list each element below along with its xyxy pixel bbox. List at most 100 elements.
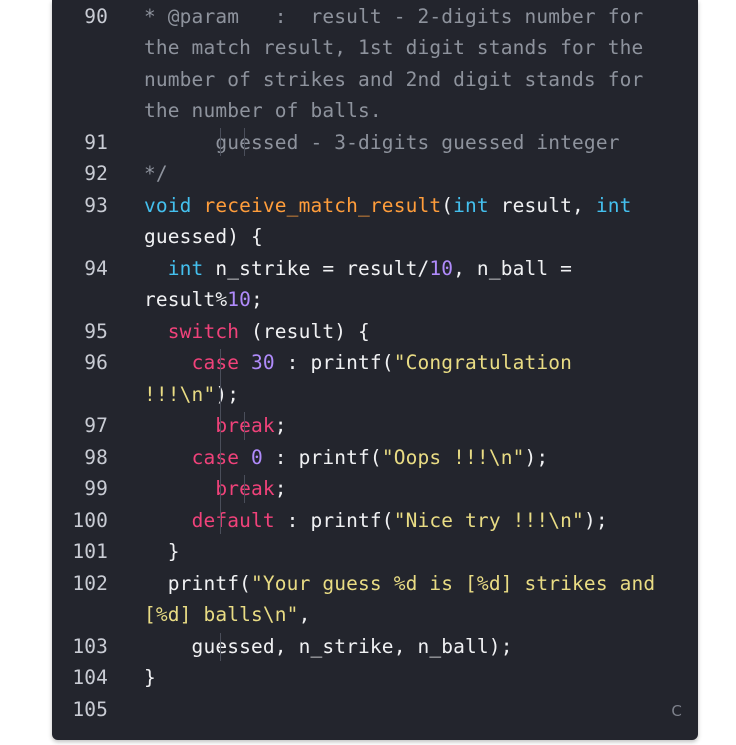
code-token: 10 bbox=[429, 256, 454, 280]
code-token: break bbox=[215, 477, 275, 500]
code-token: switch bbox=[167, 319, 240, 343]
code-line: 104} bbox=[52, 662, 698, 694]
code-text: default : printf("Nice try !!!\n"); bbox=[144, 505, 608, 537]
code-text: int n_strike = result/10, n_ball = bbox=[144, 253, 572, 285]
code-line: 95 switch (result) { bbox=[52, 316, 698, 348]
code-line: [%d] balls\n", bbox=[52, 599, 698, 631]
indent-guide bbox=[244, 128, 245, 156]
code-token: } bbox=[144, 540, 180, 563]
code-token: guessed - 3-digits guessed integer bbox=[144, 130, 620, 154]
code-text: printf("Your guess %d is [%d] strikes an… bbox=[144, 568, 655, 600]
code-line: the match result, 1st digit stands for t… bbox=[52, 32, 698, 64]
code-token: void bbox=[144, 193, 192, 217]
indent-guide bbox=[220, 128, 221, 156]
code-token: n_strike = result/ bbox=[203, 256, 430, 280]
code-token: ); bbox=[215, 382, 240, 406]
code-token: ); bbox=[583, 508, 608, 532]
code-text: break; bbox=[144, 410, 287, 442]
code-line: guessed) { bbox=[52, 221, 698, 253]
code-token: : printf( bbox=[262, 445, 382, 469]
code-token: : printf( bbox=[274, 508, 394, 532]
line-number: 100 bbox=[72, 508, 108, 532]
code-token: result% bbox=[144, 288, 228, 311]
code-text: break; bbox=[144, 473, 287, 505]
code-token: 0 bbox=[251, 445, 263, 469]
code-line: number of strikes and 2nd digit stands f… bbox=[52, 64, 698, 96]
code-line: 90 * @param : result - 2-digits number fo… bbox=[52, 1, 698, 33]
line-number: 105 bbox=[72, 697, 108, 721]
code-token: the number of balls. bbox=[144, 99, 382, 122]
code-text: [%d] balls\n", bbox=[144, 599, 310, 631]
code-text: the number of balls. bbox=[144, 95, 382, 127]
code-text: case 30 : printf("Congratulation bbox=[144, 347, 572, 379]
code-line: 94 int n_strike = result/10, n_ball = bbox=[52, 253, 698, 285]
line-number: 98 bbox=[84, 445, 108, 469]
code-token: ( bbox=[441, 193, 454, 217]
line-number: 94 bbox=[84, 256, 108, 280]
line-number: 91 bbox=[84, 130, 108, 154]
code-text: case 0 : printf("Oops !!!\n"); bbox=[144, 442, 549, 474]
code-line: 105 bbox=[52, 694, 698, 726]
code-token: ); bbox=[524, 445, 549, 469]
code-text: guessed, n_strike, n_ball); bbox=[144, 631, 513, 663]
code-line: 98 case 0 : printf("Oops !!!\n"); bbox=[52, 442, 698, 474]
code-text: */ bbox=[144, 158, 168, 190]
code-line: 101 } bbox=[52, 536, 698, 568]
page: 90 * @param : result - 2-digits number fo… bbox=[0, 0, 736, 745]
code-editor[interactable]: 90 * @param : result - 2-digits number fo… bbox=[52, 0, 698, 740]
code-token: * @param : result - 2-digits number for bbox=[144, 4, 644, 28]
code-line: 100 default : printf("Nice try !!!\n"); bbox=[52, 505, 698, 537]
code-line: 102 printf("Your guess %d is [%d] strike… bbox=[52, 568, 698, 600]
code-token: "Congratulation bbox=[393, 351, 573, 374]
code-token: (result) { bbox=[239, 319, 370, 343]
code-token: , n_ball = bbox=[453, 256, 573, 280]
code-token: , bbox=[298, 603, 311, 626]
code-text: result%10; bbox=[144, 284, 263, 316]
code-token: int bbox=[595, 193, 632, 217]
code-line: the number of balls. bbox=[52, 95, 698, 127]
line-number: 92 bbox=[84, 162, 108, 185]
code-token: } bbox=[144, 666, 156, 689]
code-token: 10 bbox=[227, 288, 252, 311]
line-number: 104 bbox=[72, 666, 108, 689]
code-token: int bbox=[453, 193, 489, 217]
code-token: int bbox=[167, 256, 204, 280]
indent-guide bbox=[244, 475, 245, 503]
code-text: !!!\n"); bbox=[144, 379, 239, 411]
language-badge: C bbox=[671, 702, 682, 720]
code-token: */ bbox=[144, 162, 168, 185]
code-token: "Nice try !!!\n" bbox=[393, 508, 584, 532]
code-token: the match result, 1st digit stands for t… bbox=[144, 36, 644, 59]
code-line: 96 case 30 : printf("Congratulation bbox=[52, 347, 698, 379]
line-number: 96 bbox=[84, 351, 108, 374]
code-text: number of strikes and 2nd digit stands f… bbox=[144, 64, 643, 96]
code-token: ; bbox=[274, 414, 287, 437]
code-token: receive_match_result bbox=[203, 193, 442, 217]
code-line: 97 break; bbox=[52, 410, 698, 442]
line-number: 103 bbox=[72, 634, 108, 658]
line-number: 99 bbox=[84, 477, 108, 500]
code-token: ; bbox=[274, 477, 287, 500]
code-token: [%d] balls\n" bbox=[144, 603, 299, 626]
code-token: "Your guess %d is [%d] strikes and bbox=[251, 571, 656, 595]
code-token: ; bbox=[251, 288, 263, 311]
code-line: !!!\n"); bbox=[52, 379, 698, 411]
code-line: 99 break; bbox=[52, 473, 698, 505]
code-text: guessed) { bbox=[144, 221, 263, 253]
code-token: default bbox=[191, 508, 275, 532]
code-text: * @param : result - 2-digits number for bbox=[144, 1, 643, 33]
code-token: break bbox=[215, 414, 275, 437]
code-token: case bbox=[191, 351, 240, 374]
code-token: !!!\n" bbox=[144, 382, 216, 406]
code-token: number of strikes and 2nd digit stands f… bbox=[144, 67, 644, 91]
line-number: 97 bbox=[84, 414, 108, 437]
code-text: switch (result) { bbox=[144, 316, 370, 348]
code-token: : printf( bbox=[274, 351, 394, 374]
code-line: 91 guessed - 3-digits guessed integer bbox=[52, 127, 698, 159]
